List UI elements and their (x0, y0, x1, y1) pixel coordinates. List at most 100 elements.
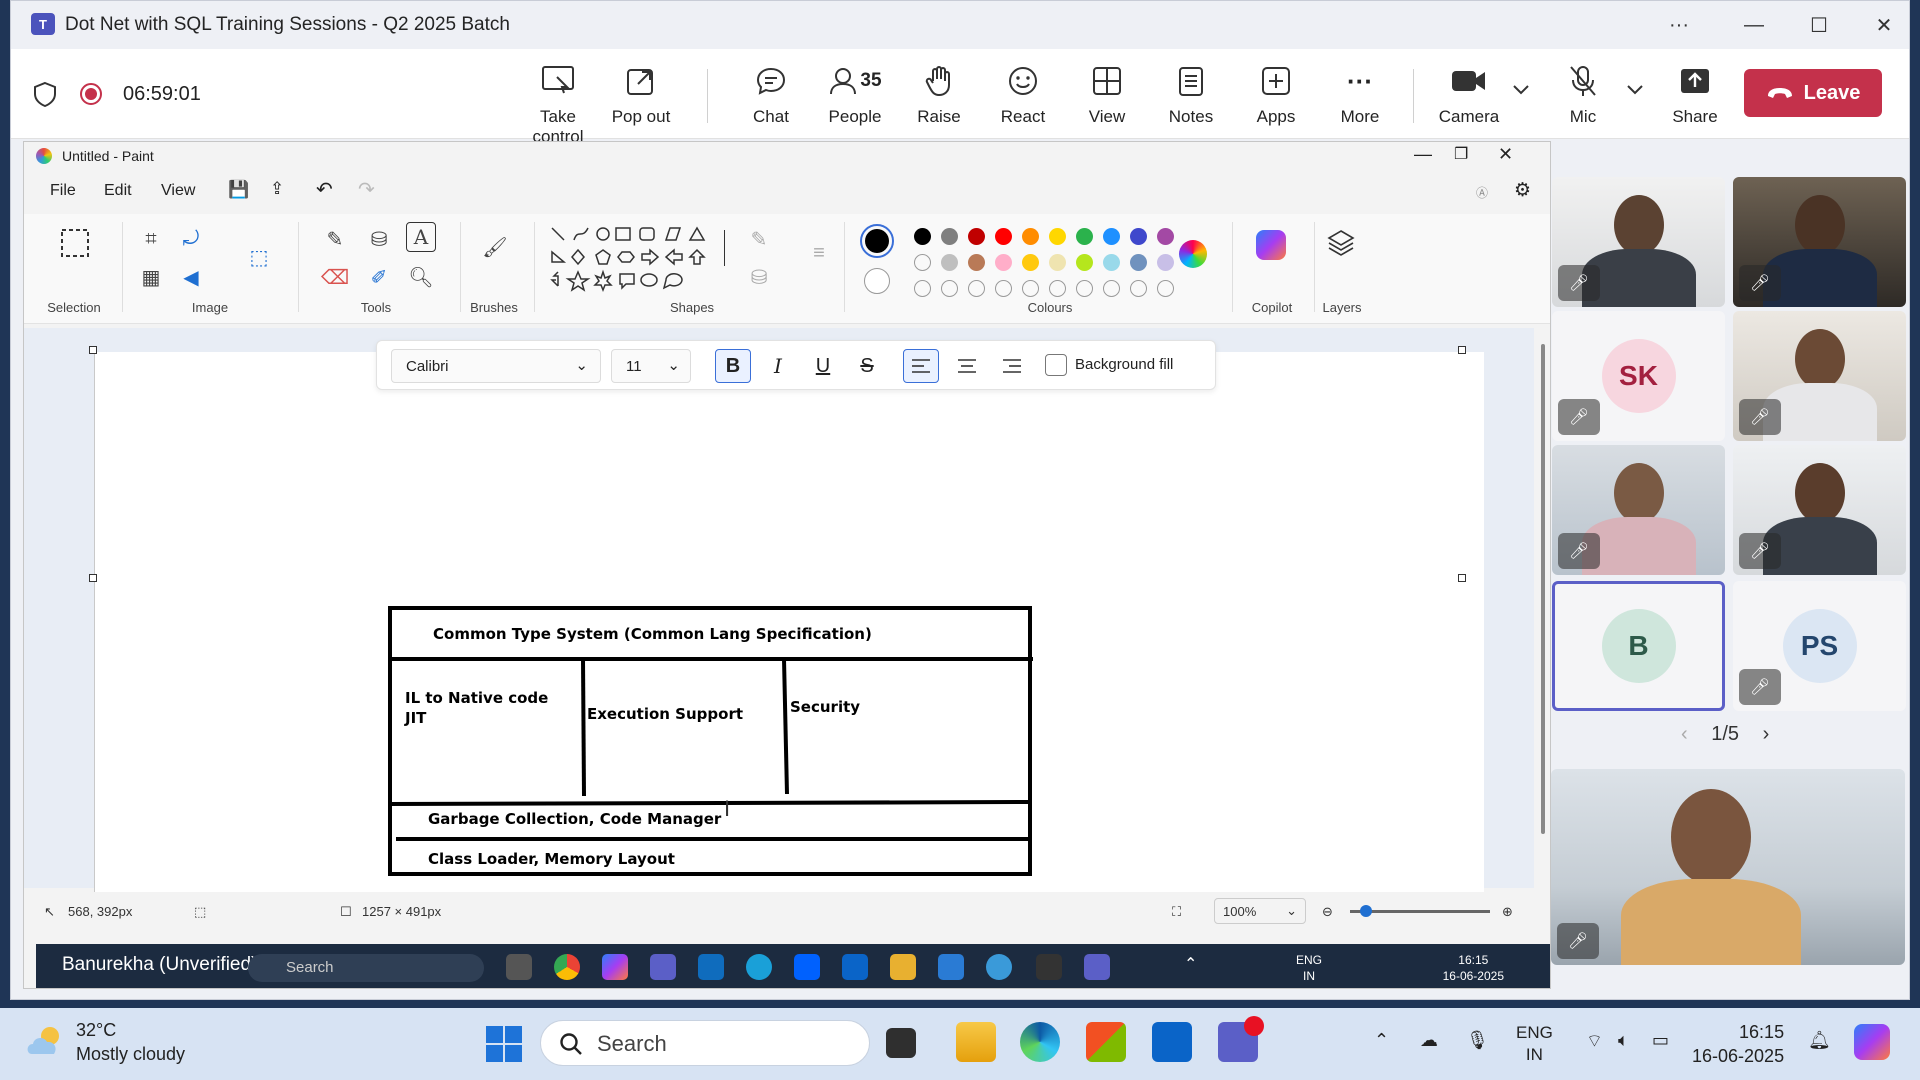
people-button[interactable]: 35 People (812, 61, 898, 127)
raise-hand-button[interactable]: Raise (896, 61, 982, 127)
copilot-icon[interactable] (1256, 230, 1286, 260)
outline-icon[interactable]: ✎ (744, 224, 774, 254)
mic-muted-tray-icon[interactable]: 🎙︎ (1466, 1030, 1489, 1051)
custom-color-slot[interactable] (1076, 280, 1093, 297)
color-swatch[interactable] (1103, 228, 1120, 245)
flip-icon[interactable]: ◀ (176, 262, 206, 292)
participant-tile[interactable]: 🎤︎ (1552, 445, 1725, 575)
secondary-color-swatch[interactable] (864, 268, 890, 294)
redo-icon[interactable]: ↷ (358, 177, 375, 202)
leave-button[interactable]: Leave (1744, 69, 1882, 117)
color-picker-icon[interactable]: ✐ (364, 262, 394, 292)
fit-screen-icon[interactable]: ⛶ (1172, 904, 1181, 920)
font-size-dropdown[interactable]: 11 ⌄ (611, 349, 691, 383)
resize-handle[interactable] (89, 346, 97, 354)
color-swatch[interactable] (914, 254, 931, 271)
undo-icon[interactable]: ↶ (316, 177, 333, 202)
resize-handle[interactable] (1458, 346, 1466, 354)
pager-next-icon[interactable]: › (1763, 723, 1770, 745)
copilot-tray-icon[interactable] (1854, 1024, 1890, 1060)
pencil-icon[interactable]: ✎ (320, 224, 350, 254)
primary-color-swatch[interactable] (860, 224, 894, 258)
custom-color-slot[interactable] (1103, 280, 1120, 297)
resize-icon[interactable]: ▦ (136, 262, 166, 292)
zoom-out-icon[interactable]: ⊖ (1322, 904, 1333, 920)
onedrive-offline-icon[interactable]: ☁ (1420, 1030, 1438, 1051)
color-swatch[interactable] (968, 254, 985, 271)
participant-tile[interactable]: 🎤︎ (1733, 177, 1906, 307)
custom-color-slot[interactable] (1022, 280, 1039, 297)
battery-icon[interactable]: ▭ (1652, 1030, 1669, 1051)
color-swatch[interactable] (995, 228, 1012, 245)
chat-button[interactable]: Chat (728, 61, 814, 127)
apps-button[interactable]: Apps (1233, 61, 1319, 127)
participant-tile[interactable]: 🎤︎ (1552, 177, 1725, 307)
settings-gear-icon[interactable]: ⚙ (1514, 179, 1531, 202)
custom-color-slot[interactable] (914, 280, 931, 297)
color-swatch[interactable] (1022, 228, 1039, 245)
color-swatch[interactable] (941, 228, 958, 245)
shape-fill-icon[interactable]: ⛁ (744, 262, 774, 292)
menu-view[interactable]: View (161, 182, 195, 200)
color-swatch[interactable] (1076, 254, 1093, 271)
menu-edit[interactable]: Edit (104, 182, 132, 200)
color-swatch[interactable] (995, 254, 1012, 271)
taskbar-search-box[interactable]: Search (540, 1020, 870, 1066)
custom-color-slot[interactable] (968, 280, 985, 297)
paint-restore-button[interactable]: ❐ (1454, 144, 1468, 164)
share-file-icon[interactable]: ⇪ (270, 179, 284, 199)
camera-button[interactable]: Camera (1426, 61, 1512, 127)
custom-color-slot[interactable] (941, 280, 958, 297)
strikethrough-button[interactable]: S (849, 349, 885, 383)
color-swatch[interactable] (1157, 228, 1174, 245)
color-swatch[interactable] (1022, 254, 1039, 271)
language-indicator[interactable]: ENG IN (1516, 1022, 1553, 1066)
mic-options-chevron-icon[interactable] (1625, 83, 1645, 97)
color-swatch[interactable] (1049, 254, 1066, 271)
clock[interactable]: 16:15 16-06-2025 (1692, 1020, 1784, 1068)
task-view-icon[interactable] (886, 1028, 916, 1058)
notification-bell-icon[interactable]: 🔔︎ (1808, 1030, 1831, 1051)
italic-button[interactable]: I (760, 349, 796, 383)
paint-close-button[interactable]: ✕ (1498, 144, 1513, 165)
more-button[interactable]: ··· More (1317, 61, 1403, 127)
close-button[interactable]: ✕ (1856, 9, 1912, 41)
magnifier-icon[interactable]: 🔍︎ (406, 262, 436, 292)
crop-icon[interactable]: ⌗ (136, 224, 166, 254)
mic-button[interactable]: Mic (1540, 61, 1626, 127)
color-swatch[interactable] (941, 254, 958, 271)
wifi-icon[interactable]: ⌔ (1586, 1030, 1603, 1053)
layers-icon[interactable] (1326, 228, 1356, 258)
teams-taskbar-app-icon[interactable] (1218, 1016, 1264, 1062)
custom-color-slot[interactable] (1130, 280, 1147, 297)
align-left-button[interactable] (903, 349, 939, 383)
tray-chevron-icon[interactable]: ⌃ (1374, 1030, 1389, 1051)
zoom-slider-thumb[interactable] (1360, 905, 1372, 917)
bold-button[interactable]: B (715, 349, 751, 383)
custom-color-slot[interactable] (1049, 280, 1066, 297)
image-select-icon[interactable]: ⬚ (244, 242, 274, 272)
edge-browser-icon[interactable] (1020, 1022, 1060, 1062)
custom-color-slot[interactable] (1157, 280, 1174, 297)
react-button[interactable]: React (980, 61, 1066, 127)
underline-button[interactable]: U (805, 349, 841, 383)
share-button[interactable]: Share (1652, 61, 1738, 127)
zoom-in-icon[interactable]: ⊕ (1502, 904, 1513, 920)
account-icon[interactable]: Ⓐ (1476, 184, 1488, 201)
custom-color-slot[interactable] (995, 280, 1012, 297)
color-swatch[interactable] (1049, 228, 1066, 245)
font-family-dropdown[interactable]: Calibri ⌄ (391, 349, 601, 383)
participant-tile[interactable]: PS 🎤︎ (1733, 581, 1906, 711)
zoom-dropdown[interactable]: 100% ⌄ (1214, 898, 1306, 924)
pop-out-button[interactable]: Pop out (598, 61, 684, 127)
text-tool-icon[interactable]: A (406, 222, 436, 252)
resize-handle[interactable] (89, 574, 97, 582)
fill-bucket-icon[interactable]: ⛁ (364, 224, 394, 254)
background-fill-checkbox[interactable] (1045, 354, 1067, 376)
color-swatch[interactable] (1130, 254, 1147, 271)
color-swatch[interactable] (1130, 228, 1147, 245)
minimize-button[interactable]: — (1726, 9, 1782, 41)
notes-button[interactable]: Notes (1148, 61, 1234, 127)
paint-minimize-button[interactable]: — (1414, 144, 1432, 165)
more-options-icon[interactable]: ··· (1651, 9, 1707, 41)
